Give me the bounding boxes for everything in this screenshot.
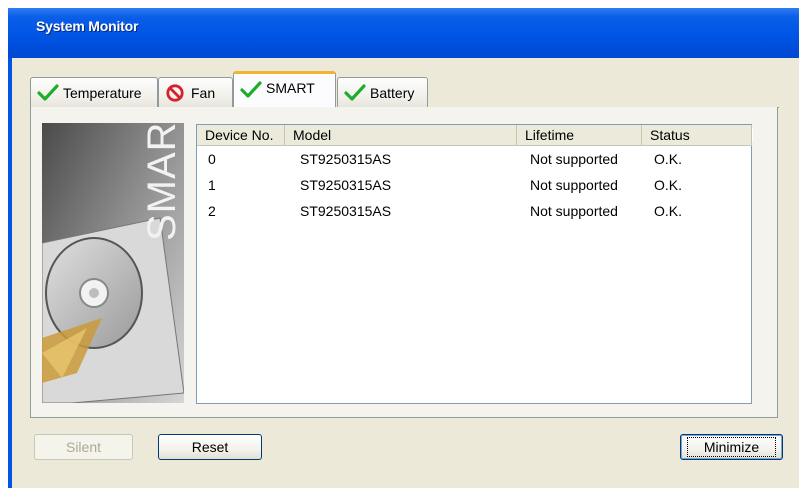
device-number: 2 [208, 203, 216, 219]
column-header-device[interactable]: Device No. [197, 125, 286, 146]
device-model: ST9250315AS [300, 151, 392, 167]
device-status: O.K. [654, 203, 683, 219]
column-header-status[interactable]: Status [642, 125, 753, 146]
tab-temperature[interactable]: Temperature [30, 77, 158, 107]
tab-label: Battery [370, 84, 415, 101]
tab-battery[interactable]: Battery [337, 77, 428, 107]
title-bar[interactable]: System Monitor [8, 8, 799, 58]
window-title: System Monitor [36, 18, 139, 34]
check-icon [344, 83, 366, 101]
window-border [8, 58, 12, 488]
device-lifetime: Not supported [530, 203, 618, 219]
column-header-lifetime[interactable]: Lifetime [517, 125, 643, 146]
device-status: O.K. [654, 177, 683, 193]
minimize-button[interactable]: Minimize [680, 434, 783, 460]
device-number: 1 [208, 177, 216, 193]
prohibited-icon [166, 83, 184, 102]
check-icon [240, 81, 262, 98]
device-status: O.K. [654, 151, 683, 167]
device-number: 0 [208, 151, 216, 167]
device-lifetime: Not supported [530, 177, 618, 193]
device-lifetime: Not supported [530, 151, 618, 167]
smart-disk-image: SMART [42, 123, 184, 403]
tab-label: Fan [191, 84, 216, 101]
column-header-model[interactable]: Model [285, 125, 518, 146]
tab-label: SMART [266, 80, 315, 96]
check-icon [37, 83, 59, 101]
silent-button[interactable]: Silent [34, 434, 133, 460]
tab-label: Temperature [63, 84, 142, 101]
reset-button[interactable]: Reset [158, 434, 262, 460]
minimize-button-label: Minimize [686, 437, 777, 457]
device-list[interactable]: Device No. Model Lifetime Status 0 ST925… [196, 124, 753, 404]
device-model: ST9250315AS [300, 177, 392, 193]
device-model: ST9250315AS [300, 203, 392, 219]
smart-image-caption: SMART [140, 123, 184, 241]
tab-smart[interactable]: SMART [233, 71, 336, 108]
tab-fan[interactable]: Fan [158, 77, 233, 107]
